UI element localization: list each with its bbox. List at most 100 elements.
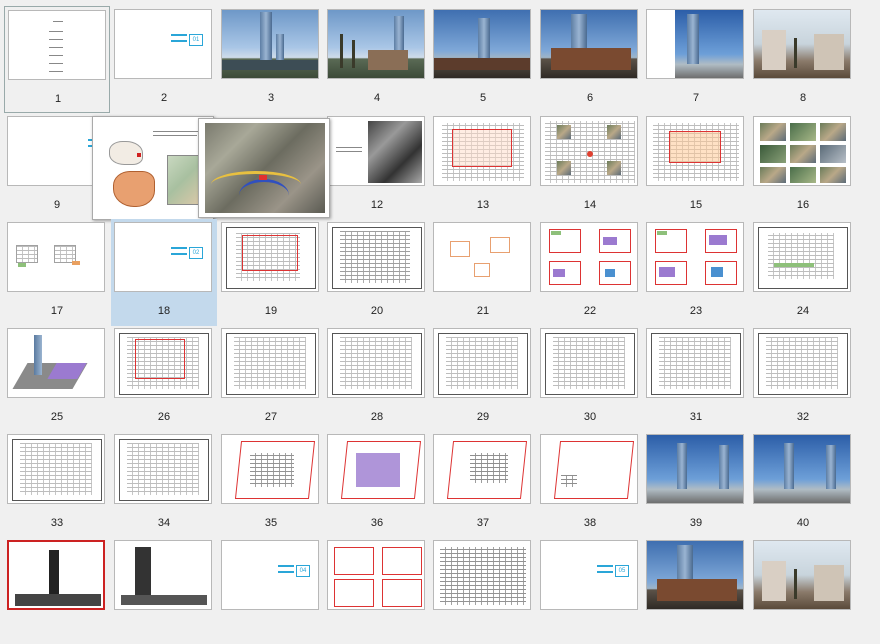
- slide-44-thumbnail[interactable]: [327, 540, 425, 610]
- slide-9-thumbnail[interactable]: [7, 116, 105, 186]
- slide-40-thumbnail[interactable]: [753, 434, 851, 504]
- slide-35-thumbnail[interactable]: [221, 434, 319, 504]
- slide-20[interactable]: 20: [324, 219, 430, 326]
- slide-2[interactable]: 01 2: [111, 6, 217, 113]
- slide-16-thumbnail[interactable]: [753, 116, 851, 186]
- slide-41-thumbnail[interactable]: [7, 540, 105, 610]
- slide-8[interactable]: 8: [750, 6, 856, 113]
- slide-48-thumbnail[interactable]: [753, 540, 851, 610]
- slide-45-thumbnail[interactable]: [433, 540, 531, 610]
- slide-43-thumbnail[interactable]: 04: [221, 540, 319, 610]
- slide-40[interactable]: 40: [750, 431, 856, 538]
- slide-5-thumbnail[interactable]: [433, 9, 531, 79]
- slide-19-thumbnail[interactable]: [221, 222, 319, 292]
- slide-18-thumbnail[interactable]: 02: [114, 222, 212, 292]
- slide-25-thumbnail[interactable]: [7, 328, 105, 398]
- slide-17[interactable]: 17: [4, 219, 110, 326]
- slide-36-thumbnail[interactable]: [327, 434, 425, 504]
- slide-14[interactable]: 14: [537, 113, 643, 220]
- slide-number: 16: [796, 199, 810, 211]
- slide-42-thumbnail[interactable]: [114, 540, 212, 610]
- slide-21[interactable]: 21: [430, 219, 536, 326]
- slide-16[interactable]: 16: [750, 113, 856, 220]
- zone: [709, 235, 727, 245]
- slide-43[interactable]: 04: [218, 537, 324, 644]
- slide-7[interactable]: 7: [643, 6, 749, 113]
- slide-24-thumbnail[interactable]: [753, 222, 851, 292]
- slide-18[interactable]: 02 18: [111, 219, 217, 326]
- slide-47-thumbnail[interactable]: [646, 540, 744, 610]
- slide-48[interactable]: [750, 537, 856, 644]
- slide-24[interactable]: 24: [750, 219, 856, 326]
- slide-28[interactable]: 28: [324, 325, 430, 432]
- slide-30-thumbnail[interactable]: [540, 328, 638, 398]
- slide-39[interactable]: 39: [643, 431, 749, 538]
- slide-25[interactable]: 25: [4, 325, 110, 432]
- slide-33-thumbnail[interactable]: [7, 434, 105, 504]
- slide-14-thumbnail[interactable]: [540, 116, 638, 186]
- slide-13[interactable]: 13: [430, 113, 536, 220]
- slide-number: 34: [157, 517, 171, 529]
- slide-31-thumbnail[interactable]: [646, 328, 744, 398]
- building: [814, 565, 844, 601]
- slide-10-preview[interactable]: [92, 116, 214, 220]
- slide-46[interactable]: 05: [537, 537, 643, 644]
- slide-35[interactable]: 35: [218, 431, 324, 538]
- slide-15-thumbnail[interactable]: [646, 116, 744, 186]
- slide-6[interactable]: 6: [537, 6, 643, 113]
- section-title-mark: [278, 565, 294, 573]
- slide-46-thumbnail[interactable]: 05: [540, 540, 638, 610]
- slide-47[interactable]: [643, 537, 749, 644]
- slide-21-thumbnail[interactable]: [433, 222, 531, 292]
- slide-4[interactable]: 4: [324, 6, 430, 113]
- slide-22-thumbnail[interactable]: [540, 222, 638, 292]
- slide-12[interactable]: 12: [324, 113, 430, 220]
- slide-26-thumbnail[interactable]: [114, 328, 212, 398]
- slide-3[interactable]: 3: [218, 6, 324, 113]
- slide-45[interactable]: [430, 537, 536, 644]
- slide-1-thumbnail[interactable]: [8, 10, 106, 80]
- slide-34-thumbnail[interactable]: [114, 434, 212, 504]
- slide-39-thumbnail[interactable]: [646, 434, 744, 504]
- slide-1[interactable]: 1: [4, 6, 110, 113]
- slide-44[interactable]: [324, 537, 430, 644]
- slide-26[interactable]: 26: [111, 325, 217, 432]
- slide-27[interactable]: 27: [218, 325, 324, 432]
- slide-4-thumbnail[interactable]: [327, 9, 425, 79]
- slide-6-thumbnail[interactable]: [540, 9, 638, 79]
- slide-2-thumbnail[interactable]: 01: [114, 9, 212, 79]
- slide-32-thumbnail[interactable]: [753, 328, 851, 398]
- slide-17-thumbnail[interactable]: [7, 222, 105, 292]
- slide-32[interactable]: 32: [750, 325, 856, 432]
- slide-30[interactable]: 30: [537, 325, 643, 432]
- slide-23[interactable]: 23: [643, 219, 749, 326]
- slide-37[interactable]: 37: [430, 431, 536, 538]
- slide-34[interactable]: 34: [111, 431, 217, 538]
- slide-number: 35: [264, 517, 278, 529]
- slide-20-thumbnail[interactable]: [327, 222, 425, 292]
- slide-37-thumbnail[interactable]: [433, 434, 531, 504]
- slide-3-thumbnail[interactable]: [221, 9, 319, 79]
- slide-22[interactable]: 22: [537, 219, 643, 326]
- slide-28-thumbnail[interactable]: [327, 328, 425, 398]
- slide-19[interactable]: 19: [218, 219, 324, 326]
- slide-7-thumbnail[interactable]: [646, 9, 744, 79]
- slide-13-thumbnail[interactable]: [433, 116, 531, 186]
- slide-31[interactable]: 31: [643, 325, 749, 432]
- slide-36[interactable]: 36: [324, 431, 430, 538]
- slide-11-preview[interactable]: [198, 118, 330, 218]
- slide-27-thumbnail[interactable]: [221, 328, 319, 398]
- slide-8-thumbnail[interactable]: [753, 9, 851, 79]
- slide-15[interactable]: 15: [643, 113, 749, 220]
- slide-38[interactable]: 38: [537, 431, 643, 538]
- slide-29[interactable]: 29: [430, 325, 536, 432]
- slide-23-thumbnail[interactable]: [646, 222, 744, 292]
- slide-12-thumbnail[interactable]: [327, 116, 425, 186]
- slide-5[interactable]: 5: [430, 6, 536, 113]
- slide-41[interactable]: [4, 537, 110, 644]
- slide-42[interactable]: [111, 537, 217, 644]
- slide-33[interactable]: 33: [4, 431, 110, 538]
- zone: [659, 267, 675, 277]
- slide-38-thumbnail[interactable]: [540, 434, 638, 504]
- slide-29-thumbnail[interactable]: [433, 328, 531, 398]
